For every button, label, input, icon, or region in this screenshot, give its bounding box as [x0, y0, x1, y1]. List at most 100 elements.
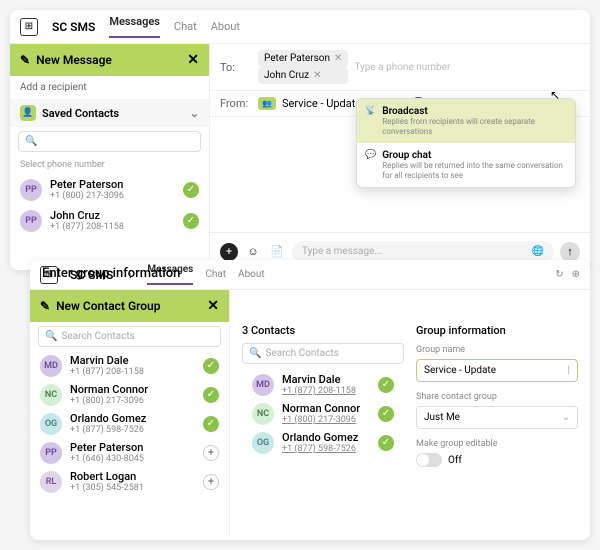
close-icon[interactable]: ✕ — [207, 298, 219, 314]
search-icon: 🔍 — [249, 348, 261, 359]
contact-row[interactable]: MD Marvin Dale +1 (877) 208-1158 ✓ — [30, 351, 229, 380]
group-name-input[interactable]: Service - Update | — [416, 359, 578, 382]
compose-icon: ✎ — [20, 53, 30, 67]
remove-chip-icon[interactable]: ✕ — [313, 70, 321, 81]
check-icon[interactable]: ✓ — [378, 435, 394, 451]
add-icon[interactable]: + — [220, 243, 238, 261]
to-label: To: — [220, 61, 252, 74]
contact-row[interactable]: RL Robert Logan +1 (305) 545-2581 + — [30, 467, 229, 496]
header: ⊞ SC SMS Messages Chat About — [10, 10, 590, 44]
contact-row[interactable]: MD Marvin Dale +1 (877) 208-1158 ✓ — [242, 370, 404, 399]
avatar: MD — [40, 355, 62, 377]
translate-icon[interactable]: 🌐 — [532, 246, 544, 257]
person-icon: 👤 — [20, 105, 36, 121]
contact-row[interactable]: OG Orlando Gomez +1 (877) 598-7526 ✓ — [30, 409, 229, 438]
search-icon: 🔍 — [45, 331, 57, 342]
chevron-down-icon: ⌄ — [190, 107, 199, 120]
contact-row[interactable]: NC Norman Connor +1 (800) 217-3096 ✓ — [30, 380, 229, 409]
contact-row[interactable]: OG Orlando Gomez +1 (877) 598-7526 ✓ — [242, 428, 404, 457]
share-select[interactable]: Just Me ⌄ — [416, 406, 578, 429]
add-icon[interactable]: + — [203, 445, 219, 461]
dropdown-broadcast[interactable]: 📡 Broadcast Replies from recipients will… — [357, 99, 575, 143]
recipient-chip[interactable]: John Cruz✕ — [258, 67, 348, 84]
broadcast-icon: 📡 — [365, 106, 376, 136]
remove-chip-icon[interactable]: ✕ — [334, 53, 342, 64]
select-number-label: Select phone number — [10, 156, 209, 174]
contact-name: Orlando Gomez — [70, 412, 195, 425]
from-value[interactable]: Service - Update — [282, 97, 361, 110]
contact-phone: +1 (800) 217-3096 — [50, 191, 175, 201]
refresh-icon[interactable]: ↻ — [555, 269, 563, 280]
check-icon[interactable]: ✓ — [378, 377, 394, 393]
toggle-state: Off — [448, 455, 462, 466]
switch-icon — [416, 453, 442, 467]
message-input[interactable]: Type a message... 🌐 — [292, 241, 554, 262]
avatar: OG — [40, 413, 62, 435]
share-value: Just Me — [424, 412, 460, 423]
avatar: RL — [40, 471, 62, 493]
saved-contacts-toggle[interactable]: 👤 Saved Contacts ⌄ — [10, 99, 209, 127]
check-icon: ✓ — [183, 213, 199, 229]
groupchat-title: Group chat — [382, 150, 567, 161]
contact-row[interactable]: NC Norman Connor +1 (800) 217-3096 ✓ — [242, 399, 404, 428]
add-icon[interactable]: + — [203, 474, 219, 490]
sidebar: ✎ New Contact Group ✕ 🔍 Search Contacts … — [30, 290, 230, 536]
contact-name: Norman Connor — [70, 383, 195, 396]
recipient-chip[interactable]: Peter Paterson✕ — [258, 50, 348, 67]
share-label: Share contact group — [416, 392, 578, 402]
from-label: From: — [220, 97, 252, 110]
tab-about[interactable]: About — [211, 20, 240, 33]
compose-icon: ✎ — [40, 299, 50, 313]
search-placeholder: Search Contacts — [61, 331, 134, 342]
check-icon[interactable]: ✓ — [378, 406, 394, 422]
contact-row[interactable]: PP Peter Paterson +1 (800) 217-3096 ✓ — [10, 174, 209, 205]
check-icon[interactable]: ✓ — [203, 387, 219, 403]
chat-icon: 💬 — [365, 150, 376, 180]
text-cursor: | — [568, 365, 570, 376]
broadcast-title: Broadcast — [382, 106, 567, 117]
group-icon: 👥 — [258, 97, 276, 110]
tab-chat[interactable]: Chat — [205, 269, 226, 280]
globe-icon[interactable]: ⊕ — [572, 269, 580, 280]
contact-phone: +1 (877) 208-1158 — [70, 367, 195, 377]
group-name-value: Service - Update — [424, 365, 496, 376]
contact-row[interactable]: PP John Cruz +1 (877) 208-1158 ✓ — [10, 205, 209, 236]
group-info-area: Enter group information 3 Contacts 🔍 Sea… — [230, 290, 590, 536]
chevron-down-icon: ⌄ — [562, 412, 570, 423]
new-contact-group-banner: ✎ New Contact Group ✕ — [30, 290, 229, 322]
app-logo: ⊞ — [20, 18, 38, 36]
dropdown-groupchat[interactable]: 💬 Group chat Replies will be returned in… — [357, 143, 575, 187]
new-contact-group-panel: ⊞ SC SMS ⋮ Messages Chat About ↻ ⊕ ✎ New… — [30, 260, 590, 540]
check-icon[interactable]: ✓ — [203, 416, 219, 432]
compose-area: To: Peter Paterson✕ John Cruz✕ Type a ph… — [210, 44, 590, 270]
contact-phone[interactable]: +1 (877) 598-7526 — [282, 444, 370, 454]
attach-icon[interactable]: 📄 — [268, 243, 286, 261]
send-button[interactable]: ↑ — [560, 242, 580, 262]
search-contacts[interactable]: 🔍 Search Contacts — [38, 326, 221, 347]
contact-name: Norman Connor — [282, 402, 370, 415]
emoji-icon[interactable]: ☺ — [244, 243, 262, 261]
tab-about[interactable]: About — [238, 269, 265, 280]
phone-input[interactable]: Type a phone number — [354, 62, 450, 73]
banner-title: New Contact Group — [56, 299, 160, 313]
contact-phone: +1 (800) 217-3096 — [70, 396, 195, 406]
contact-name: John Cruz — [50, 209, 175, 222]
contact-name: Peter Paterson — [50, 178, 175, 191]
contact-phone[interactable]: +1 (877) 208-1158 — [282, 386, 370, 396]
close-icon[interactable]: ✕ — [187, 52, 199, 68]
add-recipient-label: Add a recipient — [10, 76, 209, 99]
avatar: MD — [252, 374, 274, 396]
tab-chat[interactable]: Chat — [174, 20, 197, 33]
contact-row[interactable]: PP Peter Paterson +1 (646) 430-8045 + — [30, 438, 229, 467]
tab-messages[interactable]: Messages — [109, 15, 160, 38]
banner-title: New Message — [36, 53, 112, 67]
contact-name: Marvin Dale — [70, 354, 195, 367]
search-contacts-mid[interactable]: 🔍 Search Contacts — [242, 343, 404, 364]
search-input[interactable]: 🔍 — [18, 131, 201, 152]
cursor-icon: ↖ — [550, 88, 560, 102]
contact-phone[interactable]: +1 (800) 217-3096 — [282, 415, 370, 425]
editable-toggle[interactable]: Off — [416, 453, 578, 467]
contact-name: Marvin Dale — [282, 373, 370, 386]
check-icon[interactable]: ✓ — [203, 358, 219, 374]
brand: SC SMS — [52, 20, 95, 34]
